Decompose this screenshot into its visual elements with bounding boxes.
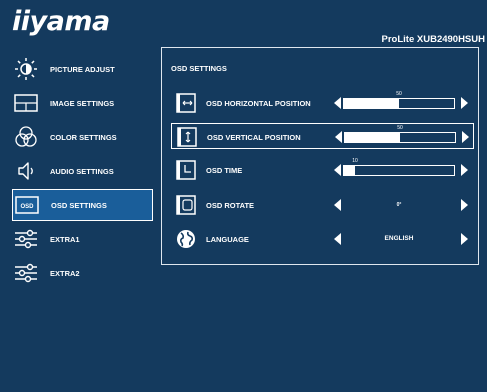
sliders-icon [14,261,38,285]
decrease-arrow[interactable] [334,97,341,109]
row-label: LANGUAGE [206,235,249,244]
sidebar-item-label: PICTURE ADJUST [50,64,115,74]
sidebar-item-label: OSD SETTINGS [51,200,107,210]
sidebar-item-label: COLOR SETTINGS [50,132,117,142]
osd-settings-panel: OSD SETTINGS OSD HORIZONTAL POSITION 50 [161,47,479,265]
iiyama-logo: iiyama [12,6,110,37]
row-label: OSD VERTICAL POSITION [207,133,301,142]
slider-value: 50 [397,125,403,131]
decrease-arrow[interactable] [334,164,341,176]
rotate-icon [176,195,196,215]
language-row[interactable]: LANGUAGE ENGLISH [171,226,474,252]
osd-icon-text: OSD [20,204,34,210]
osd-vertical-position-row[interactable]: OSD VERTICAL POSITION 50 [171,123,474,149]
rotate-value: 0° [396,202,402,208]
increase-arrow[interactable] [461,233,468,245]
decrease-arrow[interactable] [334,233,341,245]
slider-value: 50 [396,91,402,97]
slider-value: 10 [352,158,358,164]
speaker-icon [14,159,38,183]
osd-horizontal-position-row[interactable]: OSD HORIZONTAL POSITION 50 [171,90,474,116]
sidebar-item-audio-settings[interactable]: AUDIO SETTINGS [12,155,153,187]
sliders-icon [14,227,38,251]
sidebar-item-label: EXTRA1 [50,234,80,244]
sidebar-item-label: EXTRA2 [50,268,80,278]
globe-icon [176,229,196,249]
slider-fill [344,166,355,175]
language-value: ENGLISH [384,235,414,242]
sidebar-item-osd-settings[interactable]: OSD OSD SETTINGS [12,189,153,221]
sun-brightness-icon [14,57,38,81]
value-slider[interactable]: 50 [343,91,455,109]
value-slider[interactable]: 10 [343,158,455,176]
increase-arrow[interactable] [461,164,468,176]
slider-fill [345,133,400,142]
osd-time-row[interactable]: OSD TIME 10 [171,157,474,183]
row-label: OSD TIME [206,166,243,175]
decrease-arrow[interactable] [335,131,342,143]
vertical-position-icon [177,127,197,147]
row-label: OSD ROTATE [206,201,255,210]
slider-fill [344,99,399,108]
sidebar-item-label: IMAGE SETTINGS [50,98,115,108]
model-name: ProLite XUB2490HSUH [381,34,485,45]
osd-icon: OSD [15,193,39,217]
sidebar-item-picture-adjust[interactable]: PICTURE ADJUST [12,53,153,85]
horizontal-position-icon [176,93,196,113]
panel-title: OSD SETTINGS [171,64,227,73]
sidebar-item-extra1[interactable]: EXTRA1 [12,223,153,255]
increase-arrow[interactable] [461,97,468,109]
sidebar-item-extra2[interactable]: EXTRA2 [12,257,153,289]
value-slider[interactable]: 50 [344,125,456,143]
increase-arrow[interactable] [461,199,468,211]
sidebar-item-color-settings[interactable]: COLOR SETTINGS [12,121,153,153]
osd-rotate-row[interactable]: OSD ROTATE 0° [171,192,474,218]
timer-icon [176,160,196,180]
increase-arrow[interactable] [462,131,469,143]
row-label: OSD HORIZONTAL POSITION [206,99,311,108]
sidebar-item-label: AUDIO SETTINGS [50,166,114,176]
decrease-arrow[interactable] [334,199,341,211]
rgb-circles-icon [14,125,38,149]
image-frame-icon [14,91,38,115]
sidebar-item-image-settings[interactable]: IMAGE SETTINGS [12,87,153,119]
